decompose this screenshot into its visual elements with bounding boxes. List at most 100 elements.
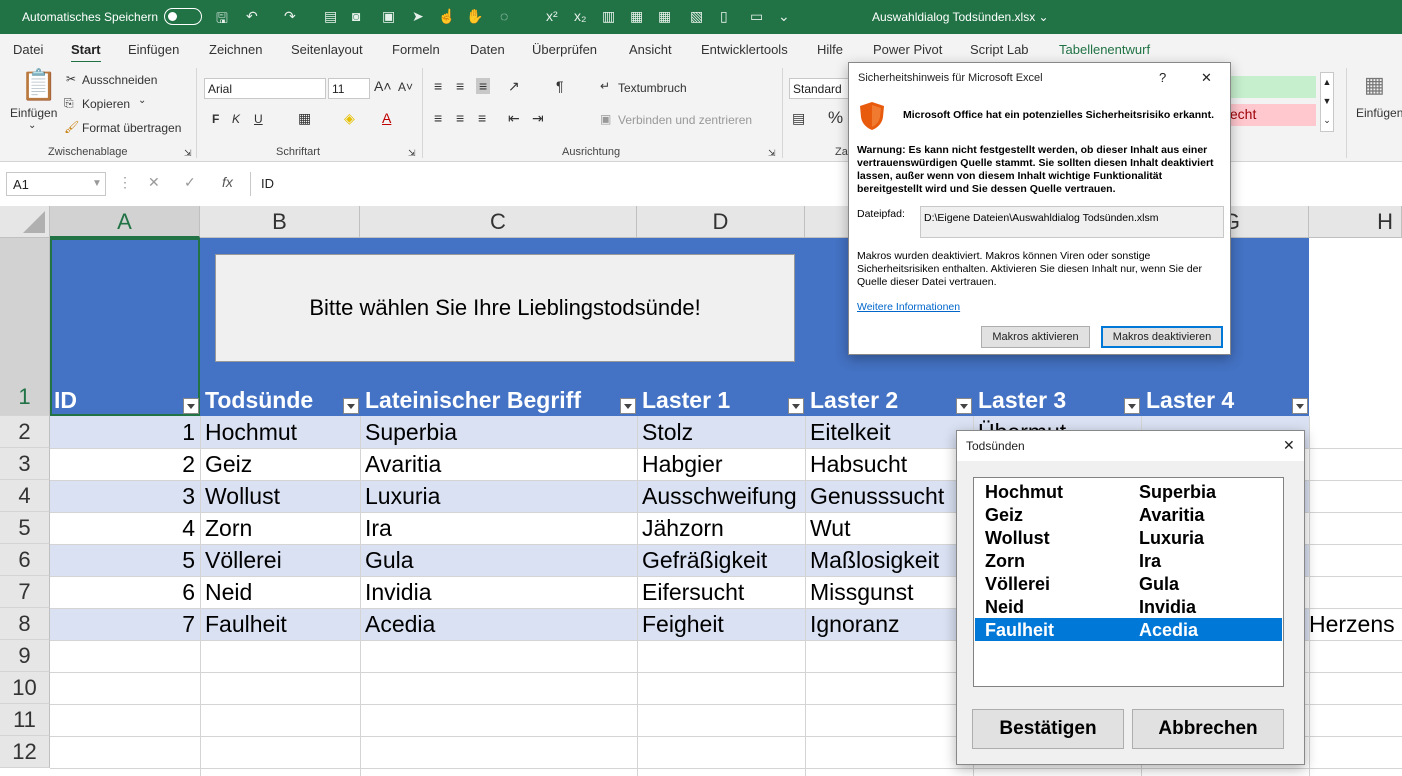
- cell-sin[interactable]: Faulheit: [200, 608, 360, 640]
- cut-icon[interactable]: ✂: [66, 72, 76, 86]
- insert-cells-icon[interactable]: ▦: [1364, 72, 1385, 98]
- cell-latin[interactable]: Avaritia: [360, 448, 637, 480]
- borders-icon[interactable]: ▦: [298, 110, 311, 127]
- cell-vice-2[interactable]: Habsucht: [805, 448, 973, 480]
- filter-dropdown-todsuende[interactable]: [343, 398, 359, 414]
- cell-id[interactable]: 7: [50, 608, 200, 640]
- cell-latin[interactable]: Superbia: [360, 416, 637, 448]
- list-item[interactable]: Neid Invidia: [975, 595, 1282, 618]
- cell-id[interactable]: 4: [50, 512, 200, 544]
- font-launcher-icon[interactable]: ⇲: [408, 148, 416, 159]
- column-header-b[interactable]: B: [200, 206, 360, 238]
- camera-icon[interactable]: ◙: [352, 8, 360, 24]
- cell-sin[interactable]: Neid: [200, 576, 360, 608]
- doc-icon[interactable]: ▯: [720, 8, 728, 25]
- cell-vice-2[interactable]: Genusssucht: [805, 480, 973, 512]
- copy-dropdown-icon[interactable]: ⌄: [138, 95, 146, 106]
- list-item-selected[interactable]: Faulheit Acedia: [975, 618, 1282, 641]
- tab-tabellenentwurf[interactable]: Tabellenentwurf: [1059, 42, 1150, 57]
- cell-vice-1[interactable]: Eifersucht: [637, 576, 805, 608]
- wrap-text-button[interactable]: Textumbruch: [618, 81, 687, 95]
- cell-vice-2[interactable]: Ignoranz: [805, 608, 973, 640]
- pivot-icon[interactable]: ▧: [690, 8, 703, 25]
- tab-datei[interactable]: Datei: [13, 42, 43, 57]
- cell-latin[interactable]: Gula: [360, 544, 637, 576]
- cell-id[interactable]: 2: [50, 448, 200, 480]
- font-color-icon[interactable]: A: [382, 110, 391, 126]
- help-icon[interactable]: ?: [1159, 70, 1166, 85]
- close-icon[interactable]: ✕: [1201, 70, 1212, 86]
- row-header-10[interactable]: 10: [0, 672, 50, 704]
- row-header-5[interactable]: 5: [0, 512, 50, 544]
- filter-dropdown-laster-1[interactable]: [788, 398, 804, 414]
- row-header-3[interactable]: 3: [0, 448, 50, 480]
- cut-button[interactable]: Ausschneiden: [82, 73, 157, 87]
- row-header-2[interactable]: 2: [0, 416, 50, 448]
- alignment-launcher-icon[interactable]: ⇲: [768, 148, 776, 159]
- bold-icon[interactable]: F: [212, 112, 219, 126]
- copy-button[interactable]: Kopieren: [82, 97, 130, 111]
- cell-id[interactable]: 3: [50, 480, 200, 512]
- align-bottom-icon[interactable]: ≡: [476, 78, 491, 94]
- column-header-h[interactable]: H: [1309, 206, 1402, 238]
- autosave-toggle[interactable]: [164, 8, 202, 25]
- save-icon[interactable]: 🖫: [216, 8, 228, 32]
- row-header-1[interactable]: 1: [0, 238, 50, 416]
- align-right-icon[interactable]: ≡: [478, 110, 486, 126]
- name-box-dropdown-icon[interactable]: ▼: [92, 178, 102, 189]
- form-icon[interactable]: ▤: [324, 8, 337, 25]
- undo-icon[interactable]: ↶: [246, 8, 258, 25]
- filter-dropdown-laster-3[interactable]: [1124, 398, 1140, 414]
- cell-vice-1[interactable]: Habgier: [637, 448, 805, 480]
- paste-dropdown-icon[interactable]: ⌄: [28, 120, 36, 131]
- row-header-4[interactable]: 4: [0, 480, 50, 512]
- list-item[interactable]: Geiz Avaritia: [975, 503, 1282, 526]
- row-header-9[interactable]: 9: [0, 640, 50, 672]
- shrink-font-icon[interactable]: A˅: [398, 80, 413, 94]
- format-painter-button[interactable]: Format übertragen: [82, 121, 181, 135]
- filter-dropdown-id[interactable]: [183, 398, 199, 414]
- name-box[interactable]: A1: [6, 172, 106, 196]
- send-icon[interactable]: ➤: [412, 8, 424, 25]
- cell-id[interactable]: 5: [50, 544, 200, 576]
- select-all-button[interactable]: [0, 206, 50, 238]
- tab-entwicklertools[interactable]: Entwicklertools: [701, 42, 788, 57]
- cell-sin[interactable]: Wollust: [200, 480, 360, 512]
- tab-formeln[interactable]: Formeln: [392, 42, 440, 57]
- superscript-icon[interactable]: x²: [546, 8, 558, 24]
- row-header-8[interactable]: 8: [0, 608, 50, 640]
- cell-sin[interactable]: Geiz: [200, 448, 360, 480]
- redo-icon[interactable]: ↷: [284, 8, 296, 25]
- more-info-link[interactable]: Weitere Informationen: [857, 301, 960, 313]
- insert-cells-button[interactable]: Einfügen: [1356, 106, 1402, 120]
- copy-icon[interactable]: ⎘: [64, 96, 74, 111]
- tab-ansicht[interactable]: Ansicht: [629, 42, 672, 57]
- orientation-icon[interactable]: ↗: [508, 78, 520, 95]
- align-top-icon[interactable]: ≡: [434, 78, 442, 94]
- cell-sin[interactable]: Zorn: [200, 512, 360, 544]
- cell-vice-1[interactable]: Stolz: [637, 416, 805, 448]
- format-painter-icon[interactable]: 🖌: [64, 120, 79, 134]
- currency-icon[interactable]: ▤: [792, 110, 805, 127]
- tab-daten[interactable]: Daten: [470, 42, 505, 57]
- fill-color-icon[interactable]: ◈: [344, 110, 355, 127]
- tab-ueberpruefen[interactable]: Überprüfen: [532, 42, 597, 57]
- window-title[interactable]: Auswahldialog Todsünden.xlsx ⌄: [872, 10, 1049, 24]
- image-icon[interactable]: ▣: [382, 8, 395, 25]
- italic-icon[interactable]: K: [232, 112, 240, 126]
- chart-icon[interactable]: ▥: [602, 8, 615, 25]
- align-middle-icon[interactable]: ≡: [456, 78, 464, 94]
- column-header-d[interactable]: D: [637, 206, 805, 238]
- align-center-icon[interactable]: ≡: [456, 110, 464, 126]
- styles-gallery-scroll[interactable]: ▲ ▼ ⌄: [1320, 72, 1334, 132]
- customize-qat-icon[interactable]: ⌄: [778, 8, 790, 25]
- cell-vice-2[interactable]: Missgunst: [805, 576, 973, 608]
- list-item[interactable]: Wollust Luxuria: [975, 526, 1282, 549]
- tab-einfuegen[interactable]: Einfügen: [128, 42, 179, 57]
- cell-latin[interactable]: Invidia: [360, 576, 637, 608]
- percent-icon[interactable]: %: [828, 108, 843, 128]
- tab-power-pivot[interactable]: Power Pivot: [873, 42, 942, 57]
- choose-sin-button[interactable]: Bitte wählen Sie Ihre Lieblingstodsünde!: [215, 254, 795, 362]
- increase-indent-icon[interactable]: ⇥: [532, 110, 544, 127]
- cell-vice-2[interactable]: Wut: [805, 512, 973, 544]
